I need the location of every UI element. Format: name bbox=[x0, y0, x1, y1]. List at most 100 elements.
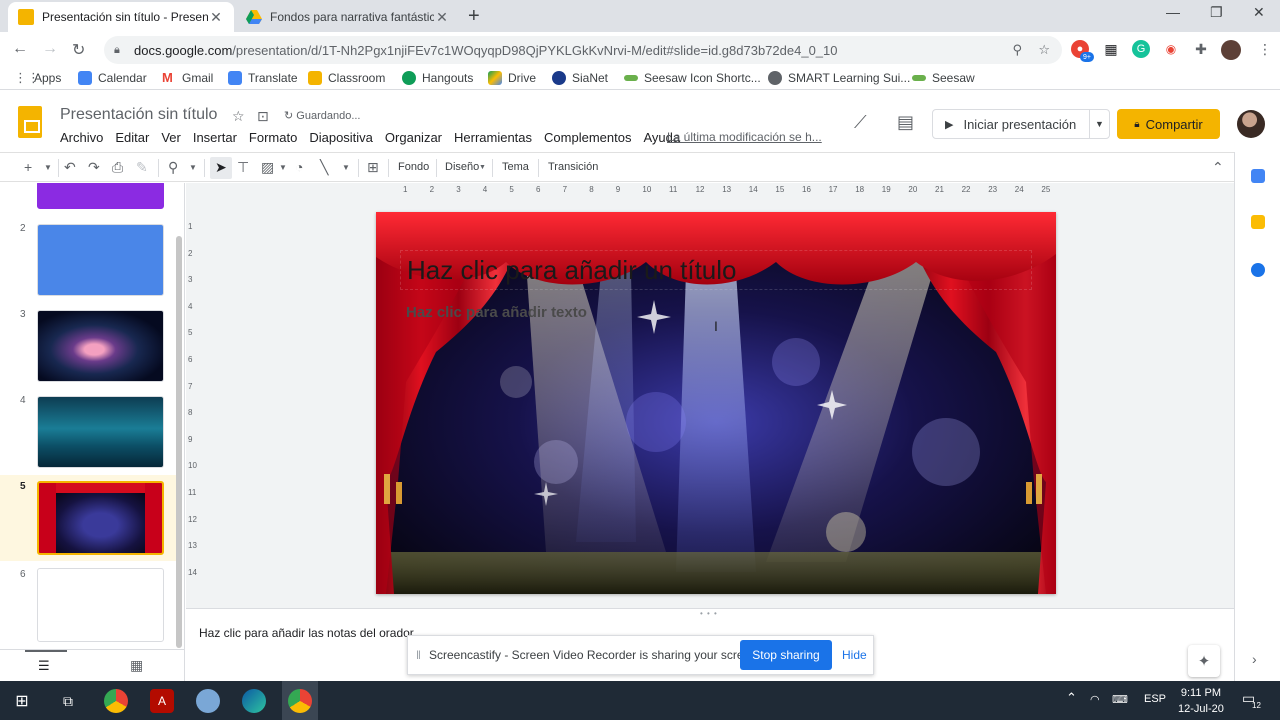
drag-handle-icon[interactable]: ‖ bbox=[416, 648, 421, 662]
tasks-icon[interactable] bbox=[1251, 263, 1265, 277]
stop-sharing-button[interactable]: Stop sharing bbox=[740, 640, 832, 670]
menu-herramientas[interactable]: Herramientas bbox=[454, 130, 532, 145]
share-button[interactable]: 🔒︎ Compartir bbox=[1117, 109, 1220, 139]
chrome-menu-icon[interactable]: ⋮ bbox=[1256, 40, 1274, 58]
task-view-icon[interactable]: ⧉ bbox=[56, 689, 80, 713]
keyboard-icon[interactable]: ⌨ bbox=[1112, 693, 1128, 706]
document-title[interactable]: Presentación sin título bbox=[60, 106, 217, 124]
explore-button[interactable]: ✦ bbox=[1188, 645, 1220, 677]
forward-icon[interactable]: → bbox=[42, 40, 58, 58]
collapse-toolbar-chevron-icon[interactable]: ⌃ bbox=[1212, 159, 1224, 176]
line-chevron-icon[interactable]: ▼ bbox=[342, 163, 350, 172]
slide-thumbnail-6[interactable] bbox=[37, 568, 164, 642]
star-icon[interactable]: ☆ bbox=[232, 108, 245, 125]
line-icon[interactable]: ╲ bbox=[320, 159, 328, 176]
list-view-icon[interactable]: ☰ bbox=[38, 658, 50, 674]
hide-banner-button[interactable]: Hide bbox=[842, 648, 867, 662]
browser-tab-fondos[interactable]: Fondos para narrativa fantástica - ✕ bbox=[236, 2, 460, 32]
select-cursor-icon[interactable]: ➤ bbox=[215, 159, 227, 176]
slide-editor[interactable]: Haz clic para añadir un título Haz clic … bbox=[376, 212, 1056, 594]
zoom-chevron-icon[interactable]: ▼ bbox=[189, 163, 197, 172]
keep-icon[interactable] bbox=[1251, 215, 1265, 229]
input-language[interactable]: ESP bbox=[1144, 693, 1166, 705]
menu-editar[interactable]: Editar bbox=[115, 130, 149, 145]
account-avatar[interactable] bbox=[1237, 110, 1265, 138]
slide-body-placeholder[interactable]: Haz clic para añadir texto bbox=[406, 304, 587, 321]
windows-start-icon[interactable]: ⊞ bbox=[10, 689, 34, 713]
add-comment-icon[interactable]: ⊞ bbox=[367, 159, 379, 176]
bookmark-star-icon[interactable]: ☆ bbox=[1038, 42, 1050, 58]
extensions-puzzle-icon[interactable]: ✚ bbox=[1192, 40, 1210, 58]
profile-avatar[interactable] bbox=[1221, 40, 1241, 60]
address-bar[interactable]: 🔒︎ docs.google.com /presentation/d/1T-Nh… bbox=[104, 36, 1062, 64]
transition-button[interactable]: Transición bbox=[548, 161, 598, 173]
undo-icon[interactable]: ↶ bbox=[64, 159, 76, 176]
minimize-icon[interactable]: — bbox=[1166, 4, 1180, 20]
bookmark-translate[interactable]: Translate bbox=[228, 71, 298, 85]
chrome-icon[interactable] bbox=[104, 689, 128, 713]
record-extension-icon[interactable]: ◉ bbox=[1162, 40, 1180, 58]
present-button[interactable]: ▶ Iniciar presentación ▼ bbox=[932, 109, 1110, 139]
bookmark-gmail[interactable]: M Gmail bbox=[162, 71, 213, 86]
new-slide-layout-chevron-icon[interactable]: ▼ bbox=[44, 163, 52, 172]
grid-extension-icon[interactable]: ▦ bbox=[1102, 40, 1120, 58]
notes-resize-grip-icon[interactable]: • • • bbox=[700, 609, 718, 618]
menu-formato[interactable]: Formato bbox=[249, 130, 297, 145]
close-window-icon[interactable]: ✕ bbox=[1253, 4, 1265, 21]
activity-trend-icon[interactable]: ⟋ bbox=[854, 112, 867, 133]
slide-title-placeholder[interactable]: Haz clic para añadir un título bbox=[400, 250, 1032, 290]
menu-insertar[interactable]: Insertar bbox=[193, 130, 237, 145]
theme-button[interactable]: Tema bbox=[502, 161, 529, 173]
redo-icon[interactable]: ↷ bbox=[88, 159, 100, 176]
bookmark-smart-learning[interactable]: SMART Learning Sui... bbox=[768, 71, 910, 85]
zoom-icon[interactable]: ⚲ bbox=[1012, 42, 1022, 58]
reload-icon[interactable]: ↻ bbox=[72, 40, 85, 60]
filmstrip-scrollbar[interactable] bbox=[176, 236, 182, 648]
slide-thumbnail-4[interactable] bbox=[37, 396, 164, 468]
menu-diapositiva[interactable]: Diapositiva bbox=[309, 130, 373, 145]
slide-thumbnail-2[interactable] bbox=[37, 224, 164, 296]
bookmark-sianet[interactable]: SiaNet bbox=[552, 71, 608, 85]
zoom-icon[interactable]: ⚲ bbox=[168, 159, 178, 176]
new-slide-icon[interactable]: + bbox=[24, 159, 32, 175]
bookmark-classroom[interactable]: Classroom bbox=[308, 71, 385, 85]
close-tab-icon[interactable]: ✕ bbox=[434, 9, 450, 26]
edge-icon[interactable] bbox=[242, 689, 266, 713]
bookmark-drive[interactable]: Drive bbox=[488, 71, 536, 85]
acrobat-icon[interactable]: A bbox=[150, 689, 174, 713]
menu-organizar[interactable]: Organizar bbox=[385, 130, 442, 145]
close-tab-icon[interactable]: ✕ bbox=[208, 9, 224, 26]
paint-palette-icon[interactable] bbox=[196, 689, 220, 713]
new-tab-icon[interactable]: + bbox=[468, 5, 480, 28]
bookmark-apps[interactable]: ⋮⋮ Apps bbox=[14, 71, 61, 86]
last-modified-link[interactable]: La última modificación se h... bbox=[667, 130, 822, 144]
layout-button[interactable]: Diseño bbox=[445, 161, 479, 173]
show-hidden-icons-chevron-icon[interactable]: ⌃ bbox=[1066, 690, 1077, 706]
move-folder-icon[interactable]: ⊡ bbox=[257, 108, 269, 125]
menu-complementos[interactable]: Complementos bbox=[544, 130, 631, 145]
slide-thumbnail-1[interactable] bbox=[37, 183, 164, 209]
system-clock[interactable]: 9:11 PM 12-Jul-20 bbox=[1178, 685, 1224, 717]
maximize-icon[interactable]: ❐ bbox=[1210, 4, 1223, 21]
slides-logo-icon[interactable] bbox=[18, 106, 42, 138]
slide-thumbnail-5[interactable] bbox=[37, 481, 164, 555]
wifi-icon[interactable]: ◠ bbox=[1090, 693, 1100, 706]
menu-archivo[interactable]: Archivo bbox=[60, 130, 103, 145]
present-options-chevron-icon[interactable]: ▼ bbox=[1089, 110, 1109, 138]
calendar-icon[interactable] bbox=[1251, 169, 1265, 183]
bookmark-seesaw[interactable]: Seesaw bbox=[912, 71, 975, 85]
bookmark-hangouts[interactable]: Hangouts bbox=[402, 71, 473, 85]
paint-format-icon[interactable]: ✎ bbox=[136, 159, 148, 176]
bookmark-calendar[interactable]: Calendar bbox=[78, 71, 147, 85]
print-icon[interactable]: ⎙ bbox=[112, 159, 123, 176]
slide-thumbnail-3[interactable] bbox=[37, 310, 164, 382]
expand-side-panel-chevron-icon[interactable]: › bbox=[1252, 651, 1257, 667]
background-button[interactable]: Fondo bbox=[398, 161, 429, 173]
layout-chevron-icon[interactable]: ▼ bbox=[479, 164, 486, 171]
browser-tab-presentation[interactable]: Presentación sin título - Presenta ✕ bbox=[8, 2, 234, 32]
image-chevron-icon[interactable]: ▼ bbox=[279, 163, 287, 172]
image-icon[interactable]: ▨ bbox=[261, 159, 274, 176]
menu-ver[interactable]: Ver bbox=[161, 130, 181, 145]
grammarly-extension-icon[interactable]: G bbox=[1132, 40, 1150, 58]
speaker-notes-placeholder[interactable]: Haz clic para añadir las notas del orado… bbox=[199, 626, 414, 640]
